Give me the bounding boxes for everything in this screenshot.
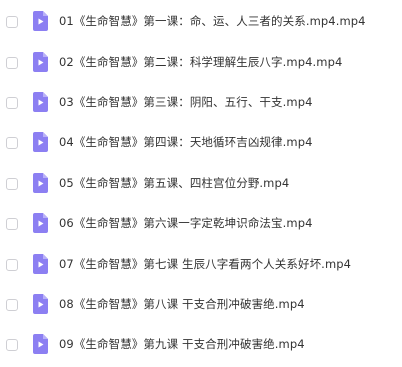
file-name[interactable]: 05《生命智慧》第五课、四柱宫位分野.mp4 xyxy=(59,175,289,191)
file-row[interactable]: 04《生命智慧》第四课：天地循环吉凶规律.mp4 xyxy=(0,131,402,157)
row-checkbox[interactable] xyxy=(6,259,18,271)
row-checkbox[interactable] xyxy=(6,97,18,109)
row-checkbox[interactable] xyxy=(6,218,18,230)
file-row[interactable]: 05《生命智慧》第五课、四柱宫位分野.mp4 xyxy=(0,172,402,198)
file-name[interactable]: 02《生命智慧》第二课：科学理解生辰八字.mp4.mp4 xyxy=(59,54,342,70)
file-row[interactable]: 09《生命智慧》第九课 干支合刑冲破害绝.mp4 xyxy=(0,333,402,359)
video-file-icon xyxy=(33,334,48,354)
file-name[interactable]: 08《生命智慧》第八课 干支合刑冲破害绝.mp4 xyxy=(59,296,305,312)
row-checkbox[interactable] xyxy=(6,57,18,69)
video-file-icon xyxy=(33,173,48,193)
file-list: 01《生命智慧》第一课：命、运、人三者的关系.mp4.mp4 02《生命智慧》第… xyxy=(0,0,402,367)
row-checkbox[interactable] xyxy=(6,16,18,28)
video-file-icon xyxy=(33,132,48,152)
video-file-icon xyxy=(33,92,48,112)
file-name[interactable]: 07《生命智慧》第七课 生辰八字看两个人关系好坏.mp4 xyxy=(59,256,351,272)
file-row[interactable]: 01《生命智慧》第一课：命、运、人三者的关系.mp4.mp4 xyxy=(0,10,402,36)
row-checkbox[interactable] xyxy=(6,137,18,149)
row-checkbox[interactable] xyxy=(6,299,18,311)
video-file-icon xyxy=(33,213,48,233)
file-name[interactable]: 01《生命智慧》第一课：命、运、人三者的关系.mp4.mp4 xyxy=(59,13,366,29)
file-name[interactable]: 03《生命智慧》第三课：阴阳、五行、干支.mp4 xyxy=(59,94,313,110)
video-file-icon xyxy=(33,52,48,72)
file-name[interactable]: 09《生命智慧》第九课 干支合刑冲破害绝.mp4 xyxy=(59,336,305,352)
file-name[interactable]: 06《生命智慧》第六课一字定乾坤识命法宝.mp4 xyxy=(59,215,313,231)
video-file-icon xyxy=(33,11,48,31)
row-checkbox[interactable] xyxy=(6,178,18,190)
file-row[interactable]: 06《生命智慧》第六课一字定乾坤识命法宝.mp4 xyxy=(0,212,402,238)
file-name[interactable]: 04《生命智慧》第四课：天地循环吉凶规律.mp4 xyxy=(59,134,313,150)
row-checkbox[interactable] xyxy=(6,339,18,351)
file-row[interactable]: 02《生命智慧》第二课：科学理解生辰八字.mp4.mp4 xyxy=(0,51,402,77)
video-file-icon xyxy=(33,294,48,314)
file-row[interactable]: 07《生命智慧》第七课 生辰八字看两个人关系好坏.mp4 xyxy=(0,253,402,279)
file-row[interactable]: 03《生命智慧》第三课：阴阳、五行、干支.mp4 xyxy=(0,91,402,117)
file-row[interactable]: 08《生命智慧》第八课 干支合刑冲破害绝.mp4 xyxy=(0,293,402,319)
video-file-icon xyxy=(33,254,48,274)
